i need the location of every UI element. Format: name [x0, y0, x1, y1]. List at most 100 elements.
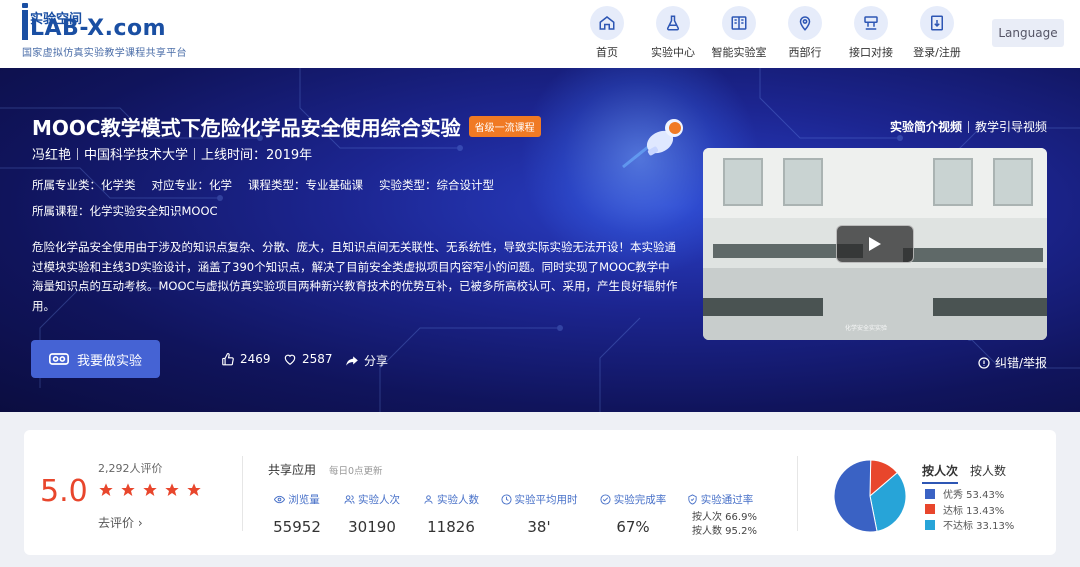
course-title-row: MOOC教学模式下危险化学品安全使用综合实验 省级一流课程: [32, 112, 541, 141]
attr-course-type: 课程类型：专业基础课: [248, 178, 363, 192]
video-caption: 化学安全实实验: [845, 325, 888, 332]
course-author[interactable]: 冯红艳: [32, 144, 71, 163]
star-icon: [121, 483, 135, 496]
like-count: 2469: [240, 352, 271, 366]
metric-label: 实验完成率: [613, 494, 667, 506]
metric-value: 11826: [427, 518, 475, 536]
nav-label: 接口对接: [849, 46, 893, 59]
logo-cn-text: 实验空间: [30, 12, 83, 27]
metric-value: 67%: [616, 518, 650, 536]
chevron-right-icon: ›: [137, 516, 143, 530]
favorite-button[interactable]: 2587: [283, 352, 333, 366]
intro-video-player[interactable]: 化学安全实实验: [703, 148, 1047, 340]
star-icon: [143, 483, 157, 496]
nav-item-login[interactable]: 登录/注册: [904, 6, 970, 60]
nav-item-home[interactable]: 首页: [574, 6, 640, 60]
course-online-time: 上线时间：2019年: [201, 148, 313, 163]
star-icon: [99, 483, 113, 496]
tab-divider: [967, 120, 969, 133]
rating-stars: [98, 482, 208, 498]
go-review-label: 去评价: [98, 516, 135, 530]
meta-divider: [77, 147, 79, 160]
nav-item-interface[interactable]: 接口对接: [838, 6, 904, 60]
home-icon: [590, 6, 624, 40]
tab-by-times[interactable]: 按人次: [922, 462, 959, 484]
pie-tabs: 按人次 按人数: [922, 462, 1018, 484]
site-logo[interactable]: LAB-X.com 实验空间 国家虚拟仿真实验教学课程共享平台: [22, 3, 187, 59]
video-frame-bench: [703, 298, 823, 316]
grade-pie-chart: [834, 460, 906, 532]
course-badge: 省级一流课程: [468, 116, 541, 137]
star-icon: [187, 483, 201, 496]
flask-icon: [656, 6, 690, 40]
check-circle-icon: [600, 494, 611, 505]
attr-major-category: 所属专业类：化学类: [32, 178, 136, 192]
go-review-link[interactable]: 去评价 ›: [98, 514, 143, 531]
tab-by-people[interactable]: 按人数: [970, 462, 1006, 484]
video-frame-window: [783, 158, 823, 206]
course-belong-value[interactable]: 化学实验安全知识MOOC: [90, 203, 218, 219]
legend-swatch: [925, 488, 935, 499]
metric-label: 浏览量: [288, 494, 320, 506]
metric-average-time: 实验平均用时 38': [495, 492, 583, 536]
nav-item-smart-lab[interactable]: 智能实验室: [706, 6, 772, 60]
metric-value: 38': [527, 518, 551, 536]
report-error-link[interactable]: 纠错/举报: [978, 354, 1047, 371]
nav-label: 首页: [596, 46, 618, 59]
top-header: LAB-X.com 实验空间 国家虚拟仿真实验教学课程共享平台 首页 实验中心 …: [0, 0, 1080, 68]
legend-label: 不达标 33.13%: [943, 521, 1015, 533]
legend-item-unqualified: 不达标 33.13%: [925, 517, 1014, 533]
meta-divider: [194, 147, 196, 160]
nav-item-west[interactable]: 西部行: [772, 6, 838, 60]
logo-subtitle: 国家虚拟仿真实验教学课程共享平台: [22, 48, 187, 59]
interface-icon: [854, 6, 888, 40]
language-button[interactable]: Language: [992, 19, 1064, 47]
video-frame-window: [723, 158, 763, 206]
share-button[interactable]: 分享: [345, 352, 388, 369]
video-frame-window: [993, 158, 1033, 206]
pie-legend: 优秀 53.43% 达标 13.43% 不达标 33.13%: [925, 486, 1014, 533]
video-frame-bench: [933, 298, 1047, 316]
location-icon: [788, 6, 822, 40]
play-button[interactable]: [836, 225, 914, 263]
nav-label: 登录/注册: [913, 46, 961, 59]
course-belong-label: 所属课程：: [32, 204, 90, 218]
share-arrow-icon: [346, 355, 358, 366]
course-school[interactable]: 中国科学技术大学: [84, 144, 188, 163]
metric-pass-rate: 实验通过率: [670, 492, 770, 507]
share-label: 分享: [364, 354, 389, 368]
course-meta: 冯红艳 中国科学技术大学 上线时间：2019年: [32, 144, 312, 163]
attr-experiment-type: 实验类型：综合设计型: [379, 178, 494, 192]
attr-major: 对应专业：化学: [151, 178, 233, 192]
stats-panel: 5.0 2,292人评价 去评价 › 共享应用 每日0点更新 浏览量 55952…: [24, 430, 1056, 555]
metric-label: 实验通过率: [700, 494, 754, 506]
pass-rate-by-times: 按人次 66.9%: [692, 512, 757, 523]
legend-swatch: [925, 519, 935, 530]
rating-score: 5.0: [40, 474, 88, 509]
metric-value: 30190: [348, 518, 396, 536]
review-count: 2,292人评价: [98, 462, 163, 475]
start-experiment-button[interactable]: 我要做实验: [31, 340, 160, 378]
logo-i-glyph: [22, 3, 28, 40]
video-tabs: 实验简介视频 教学引导视频: [890, 118, 1047, 135]
course-attributes: 所属专业类：化学类 对应专业：化学 课程类型：专业基础课 实验类型：综合设计型: [32, 177, 510, 193]
report-label: 纠错/举报: [994, 356, 1047, 370]
nav-label: 智能实验室: [711, 46, 767, 59]
play-icon: [869, 237, 881, 251]
nav-label: 实验中心: [651, 46, 695, 59]
tab-intro-video[interactable]: 实验简介视频: [890, 118, 962, 135]
clock-icon: [500, 494, 512, 505]
metric-experiment-times: 实验人次 30190: [328, 492, 416, 536]
pass-rate-values: 按人次 66.9% 按人数 95.2%: [692, 511, 757, 539]
star-icon: [165, 483, 179, 496]
vr-headset-icon: [48, 353, 69, 365]
legend-item-qualified: 达标 13.43%: [925, 502, 1014, 518]
legend-label: 优秀 53.43%: [943, 490, 1005, 502]
user-icon: [424, 495, 433, 504]
nav-item-lab-center[interactable]: 实验中心: [640, 6, 706, 60]
thumbs-up-icon: [222, 353, 234, 366]
like-button[interactable]: 2469: [221, 352, 271, 366]
tab-guide-video[interactable]: 教学引导视频: [975, 118, 1047, 135]
favorite-count: 2587: [302, 352, 333, 366]
metric-label: 实验平均用时: [514, 494, 578, 506]
